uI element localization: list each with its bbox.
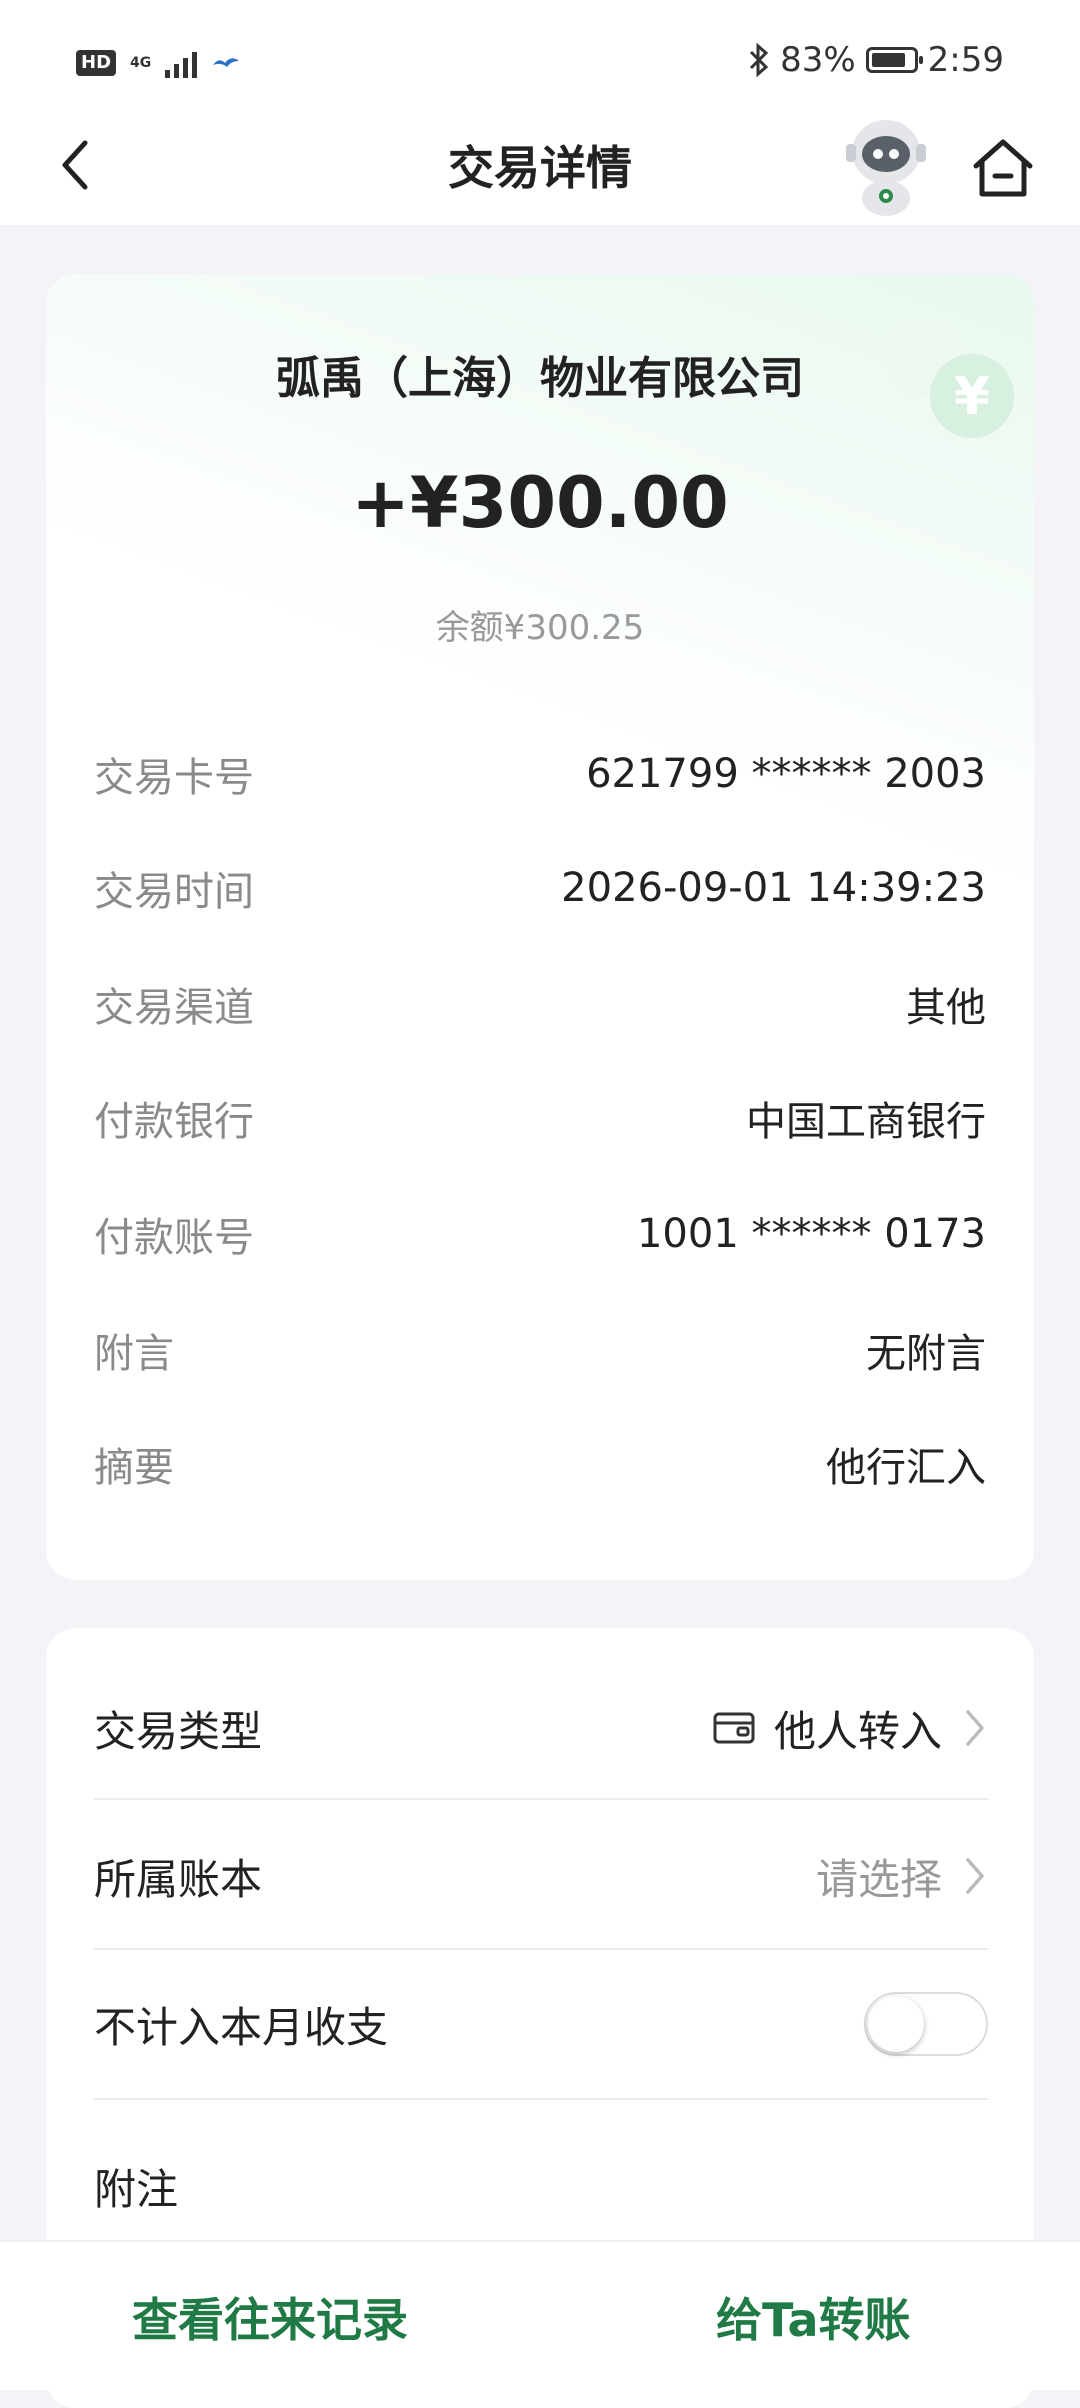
status-bar: HD 4G 83% 2:59 xyxy=(0,0,1080,130)
exclude-monthly-label: 不计入本月收支 xyxy=(94,2002,389,2052)
bluetooth-icon xyxy=(750,43,769,77)
detail-label: 付款账号 xyxy=(94,1215,254,1261)
transaction-type-text: 他人转入 xyxy=(773,1706,942,1756)
view-history-button[interactable]: 查看往来记录 xyxy=(132,2284,408,2350)
detail-value: 2026-09-01 14:39:23 xyxy=(561,865,986,911)
detail-row-time: 交易时间 2026-09-01 14:39:23 xyxy=(94,858,986,918)
balance-text: 余额¥300.25 xyxy=(435,608,645,648)
bottom-bar: 查看往来记录 给Ta转账 xyxy=(0,2240,1080,2390)
detail-value: 他行汇入 xyxy=(826,1445,986,1491)
bird-notification-icon xyxy=(213,58,240,67)
hd-badge: HD xyxy=(76,50,117,76)
status-left: HD 4G xyxy=(76,48,241,78)
detail-value: 无附言 xyxy=(866,1331,986,1377)
toggle-knob xyxy=(868,1996,924,2052)
wallet-transfer-icon xyxy=(713,1712,755,1744)
battery-level xyxy=(871,53,905,67)
transaction-type-row[interactable]: 交易类型 他人转入 xyxy=(94,1654,988,1802)
detail-row-payer-bank: 付款银行 中国工商银行 xyxy=(94,1088,986,1148)
detail-label: 摘要 xyxy=(94,1445,174,1491)
detail-label: 交易渠道 xyxy=(94,985,254,1031)
network-type: 4G xyxy=(130,55,152,71)
robot-avatar-icon[interactable] xyxy=(838,112,934,216)
ledger-placeholder: 请选择 xyxy=(815,1854,942,1904)
divider xyxy=(94,2098,988,2100)
status-right: 83% 2:59 xyxy=(748,40,1004,80)
detail-label: 附言 xyxy=(94,1331,174,1377)
top-area: HD 4G 83% 2:59 交易详情 xyxy=(0,0,1080,225)
transaction-type-label: 交易类型 xyxy=(94,1706,263,1756)
detail-row-summary: 摘要 他行汇入 xyxy=(94,1434,986,1494)
detail-label: 交易时间 xyxy=(94,869,254,915)
detail-row-card-number: 交易卡号 621799 ****** 2003 xyxy=(94,744,986,804)
battery-percent: 83% xyxy=(780,40,856,80)
detail-value: 1001 ****** 0173 xyxy=(636,1211,986,1257)
exclude-monthly-row: 不计入本月收支 xyxy=(94,1950,988,2098)
clock: 2:59 xyxy=(927,40,1004,80)
chevron-right-icon xyxy=(966,1858,984,1894)
chevron-right-icon xyxy=(966,1710,984,1746)
transaction-card: ¥ 弧禹（上海）物业有限公司 +¥300.00 余额¥300.25 交易卡号 6… xyxy=(46,274,1034,1580)
divider xyxy=(94,1798,988,1800)
signal-icon xyxy=(165,48,198,78)
detail-row-postscript: 附言 无附言 xyxy=(94,1320,986,1380)
note-row[interactable]: 附注 xyxy=(94,2112,988,2260)
detail-row-channel: 交易渠道 其他 xyxy=(94,974,986,1034)
detail-value: 621799 ****** 2003 xyxy=(586,751,986,797)
note-label: 附注 xyxy=(94,2164,179,2214)
detail-label: 付款银行 xyxy=(94,1099,254,1145)
transaction-type-value: 他人转入 xyxy=(712,1698,988,1759)
ledger-label: 所属账本 xyxy=(94,1854,263,1904)
transaction-amount: +¥300.00 xyxy=(351,462,729,544)
ledger-row[interactable]: 所属账本 请选择 xyxy=(94,1802,988,1950)
home-icon[interactable] xyxy=(966,132,1040,206)
exclude-monthly-toggle[interactable] xyxy=(864,1992,988,2056)
ledger-value: 请选择 xyxy=(816,1846,988,1907)
detail-value: 其他 xyxy=(906,985,986,1031)
detail-value: 中国工商银行 xyxy=(746,1099,986,1145)
detail-row-payer-account: 付款账号 1001 ****** 0173 xyxy=(94,1204,986,1264)
battery-icon xyxy=(865,47,923,73)
transfer-button[interactable]: 给Ta转账 xyxy=(716,2284,911,2350)
detail-label: 交易卡号 xyxy=(94,755,254,801)
counterparty-name: 弧禹（上海）物业有限公司 xyxy=(276,353,804,404)
